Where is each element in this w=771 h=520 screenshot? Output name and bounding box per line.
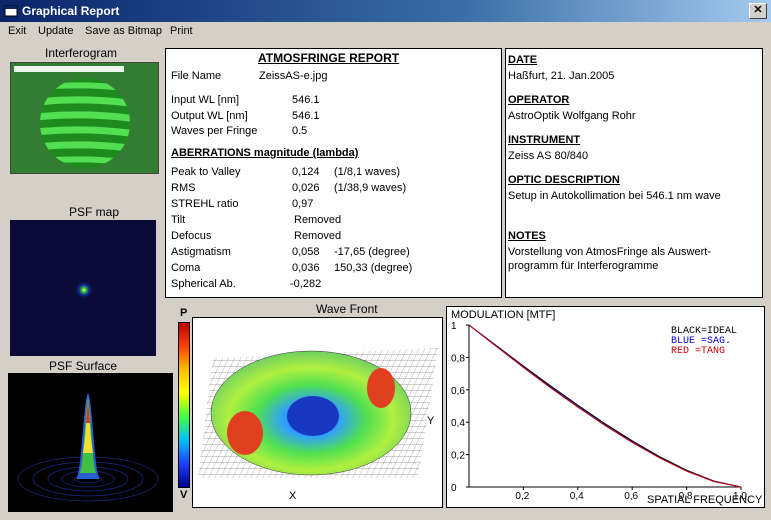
mtf-title: MODULATION [MTF] — [451, 309, 555, 321]
wavefront-panel: X Y — [192, 317, 443, 508]
aberr-value: 0,036 — [292, 262, 320, 274]
aberr-label: Spherical Ab. — [171, 278, 236, 290]
input-wl-label: Input WL [nm] — [171, 94, 240, 106]
optic-description-value: Setup in Autokollimation bei 546.1 nm wa… — [508, 190, 721, 202]
info-panel: DATE Haßfurt, 21. Jan.2005 OPERATOR Astr… — [505, 48, 763, 298]
legend-tang: RED =TANG — [671, 346, 725, 357]
report-title: ATMOSFRINGE REPORT — [258, 51, 400, 65]
axis-y-label: Y — [427, 415, 435, 427]
psf-map-image — [10, 220, 156, 356]
mtf-y-tick-label: 0,4 — [451, 418, 465, 429]
aberr-extra: 150,33 (degree) — [334, 262, 413, 274]
aberr-value: Removed — [294, 214, 342, 226]
aberr-label: RMS — [171, 182, 196, 194]
mtf-y-tick-label: 0,8 — [451, 353, 465, 364]
notes-label: NOTES — [508, 230, 546, 242]
file-name-value: ZeissAS-e.jpg — [259, 70, 328, 82]
waves-per-fringe-value: 0.5 — [292, 125, 308, 137]
aberr-value: 0,026 — [292, 182, 320, 194]
aberrations-title: ABERRATIONS magnitude (lambda) — [171, 147, 359, 159]
close-button[interactable]: ✕ — [749, 3, 767, 19]
scale-bottom-label: V — [180, 489, 188, 501]
title-bar[interactable]: Graphical Report ✕ — [0, 0, 771, 22]
app-icon — [4, 5, 18, 17]
color-scale-bar — [178, 322, 190, 488]
aberr-value: 0,058 — [292, 246, 320, 258]
interferogram-label: Interferogram — [45, 46, 118, 60]
date-value: Haßfurt, 21. Jan.2005 — [508, 70, 615, 82]
window-title: Graphical Report — [22, 4, 120, 18]
menu-save-as-bitmap[interactable]: Save as Bitmap — [85, 25, 162, 37]
mtf-x-tick-label: 0,4 — [570, 491, 584, 502]
aberr-extra: -17,65 (degree) — [334, 246, 410, 258]
instrument-label: INSTRUMENT — [508, 134, 581, 146]
instrument-value: Zeiss AS 80/840 — [508, 150, 589, 162]
aberr-label: Tilt — [171, 214, 186, 226]
aberr-value: -0,282 — [290, 278, 322, 290]
mtf-x-tick-label: 1,0 — [733, 491, 747, 502]
notes-line: programm für Interferogramme — [508, 260, 659, 272]
aberr-label: Astigmatism — [171, 246, 231, 258]
notes-line: Vorstellung von AtmosFringe als Auswert- — [508, 246, 711, 258]
interferogram-image — [10, 62, 159, 174]
aberr-label: Coma — [171, 262, 201, 274]
wavefront-title: Wave Front — [316, 302, 378, 316]
mtf-x-tick-label: 0,2 — [515, 491, 529, 502]
date-label: DATE — [508, 54, 538, 66]
aberr-value: 0,97 — [292, 198, 314, 210]
aberr-extra: (1/38,9 waves) — [334, 182, 407, 194]
mtf-y-tick-label: 1 — [451, 321, 457, 332]
mtf-x-tick-label: 0,6 — [624, 491, 638, 502]
waves-per-fringe-label: Waves per Fringe — [171, 125, 258, 137]
mtf-y-tick-label: 0,6 — [451, 386, 465, 397]
mtf-x-tick-label: 0,8 — [679, 491, 693, 502]
output-wl-value: 546.1 — [292, 110, 320, 122]
mtf-y-tick-label: 0 — [451, 483, 457, 494]
operator-value: AstroOptik Wolfgang Rohr — [508, 110, 636, 122]
scale-top-label: P — [180, 307, 188, 319]
axis-x-label: X — [289, 490, 297, 502]
psf-surface-image — [8, 373, 173, 512]
operator-label: OPERATOR — [508, 94, 570, 106]
menu-bar: Exit Update Save as Bitmap Print — [0, 22, 771, 41]
aberr-label: Peak to Valley — [171, 166, 241, 178]
psf-map-label: PSF map — [69, 205, 120, 219]
aberr-extra: (1/8,1 waves) — [334, 166, 401, 178]
report-panel: ATMOSFRINGE REPORT File Name ZeissAS-e.j… — [165, 48, 502, 298]
input-wl-value: 546.1 — [292, 94, 320, 106]
psf-surface-label: PSF Surface — [49, 359, 118, 373]
aberr-label: Defocus — [171, 230, 212, 242]
menu-print[interactable]: Print — [170, 25, 193, 37]
menu-exit[interactable]: Exit — [8, 25, 26, 37]
optic-description-label: OPTIC DESCRIPTION — [508, 174, 620, 186]
aberr-label: STREHL ratio — [171, 198, 239, 210]
menu-update[interactable]: Update — [38, 25, 73, 37]
aberr-value: Removed — [294, 230, 342, 242]
aberr-value: 0,124 — [292, 166, 320, 178]
output-wl-label: Output WL [nm] — [171, 110, 248, 122]
mtf-chart: MODULATION [MTF] SPATIAL FREQUENCY BLACK… — [451, 309, 763, 506]
mtf-y-tick-label: 0,2 — [451, 451, 465, 462]
mtf-panel: MODULATION [MTF] SPATIAL FREQUENCY BLACK… — [446, 306, 765, 508]
file-name-label: File Name — [171, 70, 222, 82]
